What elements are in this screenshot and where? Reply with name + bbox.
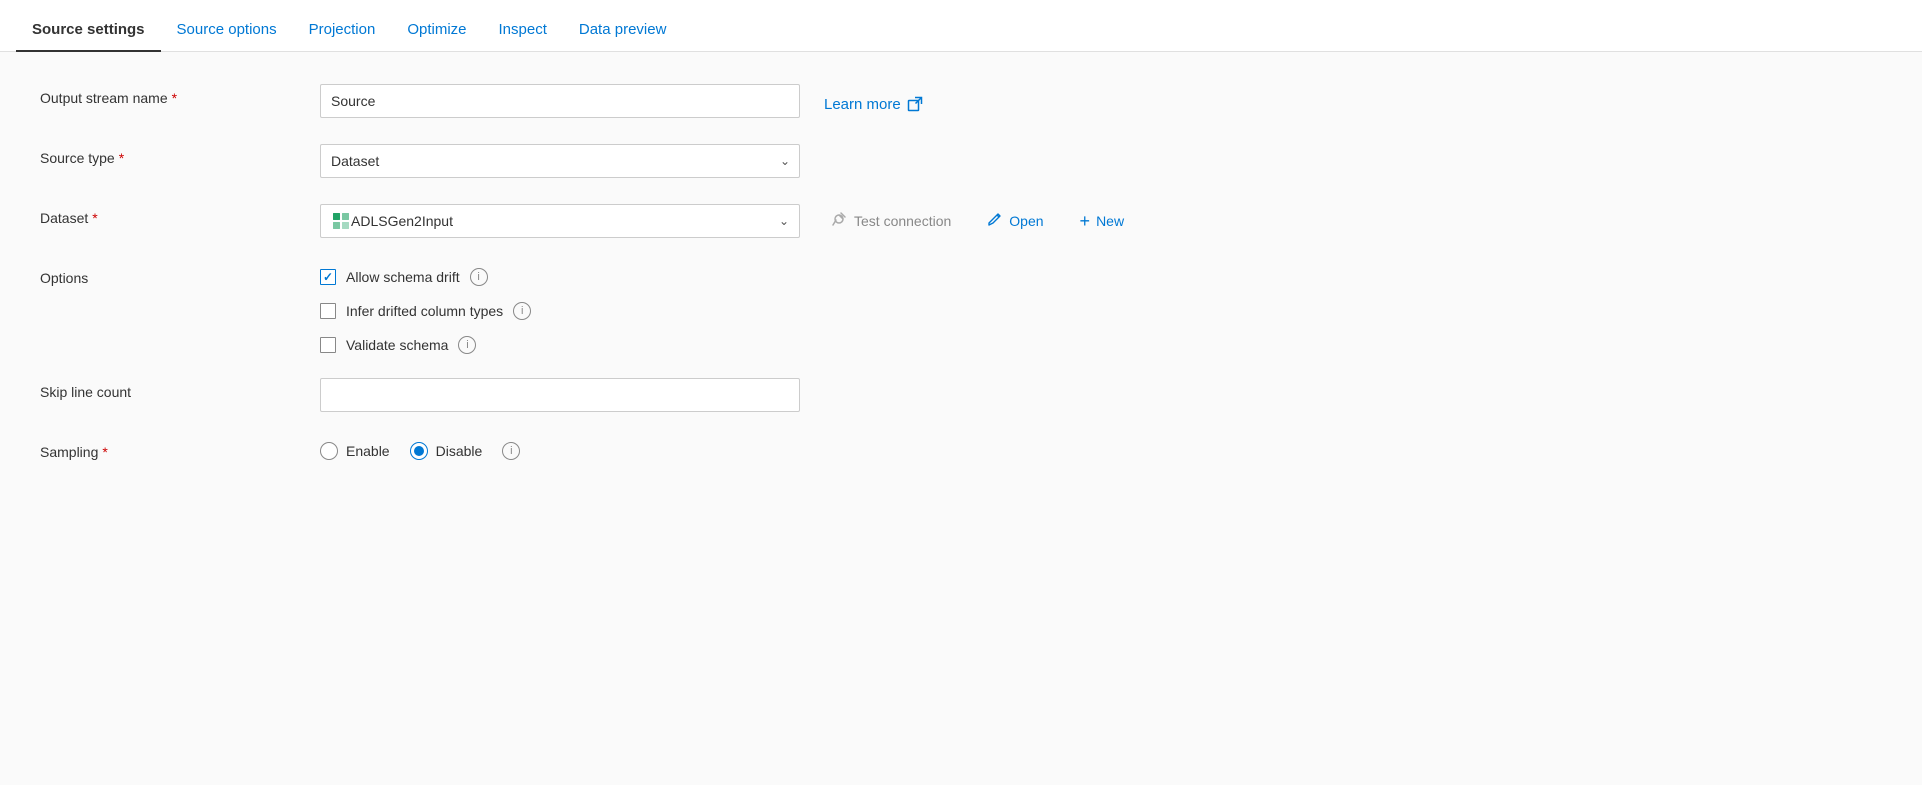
tab-source-options[interactable]: Source options <box>161 9 293 52</box>
open-label: Open <box>1009 213 1043 229</box>
validate-schema-row: Validate schema i <box>320 336 531 354</box>
skip-line-count-control-area <box>320 378 1882 412</box>
new-button[interactable]: + New <box>1074 207 1131 236</box>
tab-inspect[interactable]: Inspect <box>483 9 563 52</box>
tab-bar: Source settings Source options Projectio… <box>0 0 1922 52</box>
pencil-icon <box>987 211 1003 232</box>
pencil-svg-icon <box>987 211 1003 227</box>
allow-schema-drift-label: Allow schema drift <box>346 269 460 285</box>
open-button[interactable]: Open <box>981 207 1049 236</box>
sampling-info-icon[interactable]: i <box>502 442 520 460</box>
new-label: New <box>1096 213 1124 229</box>
test-connection-label: Test connection <box>854 213 951 229</box>
allow-schema-drift-checkbox[interactable] <box>320 269 336 285</box>
validate-schema-checkbox[interactable] <box>320 337 336 353</box>
content-area: Output stream name * Learn more Source t… <box>0 52 1922 785</box>
options-label: Options <box>40 264 320 286</box>
learn-more-link[interactable]: Learn more <box>824 96 923 113</box>
allow-schema-drift-row: Allow schema drift i <box>320 268 531 286</box>
tab-projection[interactable]: Projection <box>293 9 392 52</box>
sampling-enable-radio[interactable] <box>320 442 338 460</box>
sampling-disable-label: Disable <box>436 443 483 459</box>
dataset-control-area: ADLSGen2Input ⌄ Test connection <box>320 204 1882 238</box>
skip-line-count-input[interactable] <box>320 378 800 412</box>
sampling-radio-group: Enable Disable i <box>320 438 520 460</box>
sampling-enable-label: Enable <box>346 443 390 459</box>
dataset-select-wrapper[interactable]: ADLSGen2Input ⌄ <box>320 204 800 238</box>
tab-optimize[interactable]: Optimize <box>391 9 482 52</box>
infer-drifted-checkbox[interactable] <box>320 303 336 319</box>
required-star-output: * <box>172 90 177 106</box>
dataset-row: Dataset * ADLSGen2Input ⌄ <box>40 204 1882 240</box>
test-connection-button[interactable]: Test connection <box>824 206 957 237</box>
source-type-row: Source type * Dataset Inline ⌄ <box>40 144 1882 180</box>
allow-schema-drift-info-icon[interactable]: i <box>470 268 488 286</box>
sampling-control-area: Enable Disable i <box>320 438 1882 460</box>
sampling-row: Sampling * Enable Disable i <box>40 438 1882 474</box>
output-stream-name-input[interactable] <box>320 84 800 118</box>
options-area: Allow schema drift i Infer drifted colum… <box>320 264 531 354</box>
tab-source-settings[interactable]: Source settings <box>16 9 161 52</box>
skip-line-count-row: Skip line count <box>40 378 1882 414</box>
infer-drifted-label: Infer drifted column types <box>346 303 503 319</box>
validate-schema-label: Validate schema <box>346 337 448 353</box>
required-star-sampling: * <box>102 444 107 460</box>
infer-drifted-row: Infer drifted column types i <box>320 302 531 320</box>
required-star-dataset: * <box>92 210 97 226</box>
infer-drifted-info-icon[interactable]: i <box>513 302 531 320</box>
learn-more-label: Learn more <box>824 96 901 113</box>
sampling-disable-option[interactable]: Disable <box>410 442 483 460</box>
external-link-icon <box>907 96 923 112</box>
output-stream-name-control-area: Learn more <box>320 84 1882 118</box>
plus-icon: + <box>1080 211 1091 232</box>
validate-schema-info-icon[interactable]: i <box>458 336 476 354</box>
dataset-chevron-icon: ⌄ <box>779 214 789 228</box>
source-type-label: Source type * <box>40 144 320 166</box>
tab-data-preview[interactable]: Data preview <box>563 9 683 52</box>
output-stream-name-label: Output stream name * <box>40 84 320 106</box>
skip-line-count-label: Skip line count <box>40 378 320 400</box>
output-stream-name-row: Output stream name * Learn more <box>40 84 1882 120</box>
sampling-disable-radio[interactable] <box>410 442 428 460</box>
plug-icon <box>830 210 848 228</box>
dataset-label: Dataset * <box>40 204 320 226</box>
sampling-enable-option[interactable]: Enable <box>320 442 390 460</box>
main-container: Source settings Source options Projectio… <box>0 0 1922 785</box>
required-star-source-type: * <box>119 150 124 166</box>
source-type-control-area: Dataset Inline ⌄ <box>320 144 1882 178</box>
options-control-area: Allow schema drift i Infer drifted colum… <box>320 264 1882 354</box>
test-connection-icon <box>830 210 848 233</box>
source-type-select[interactable]: Dataset Inline <box>320 144 800 178</box>
source-type-select-wrapper: Dataset Inline ⌄ <box>320 144 800 178</box>
options-row: Options Allow schema drift i I <box>40 264 1882 354</box>
dataset-value: ADLSGen2Input <box>351 213 779 229</box>
sampling-label: Sampling * <box>40 438 320 460</box>
dataset-grid-icon <box>331 211 351 231</box>
